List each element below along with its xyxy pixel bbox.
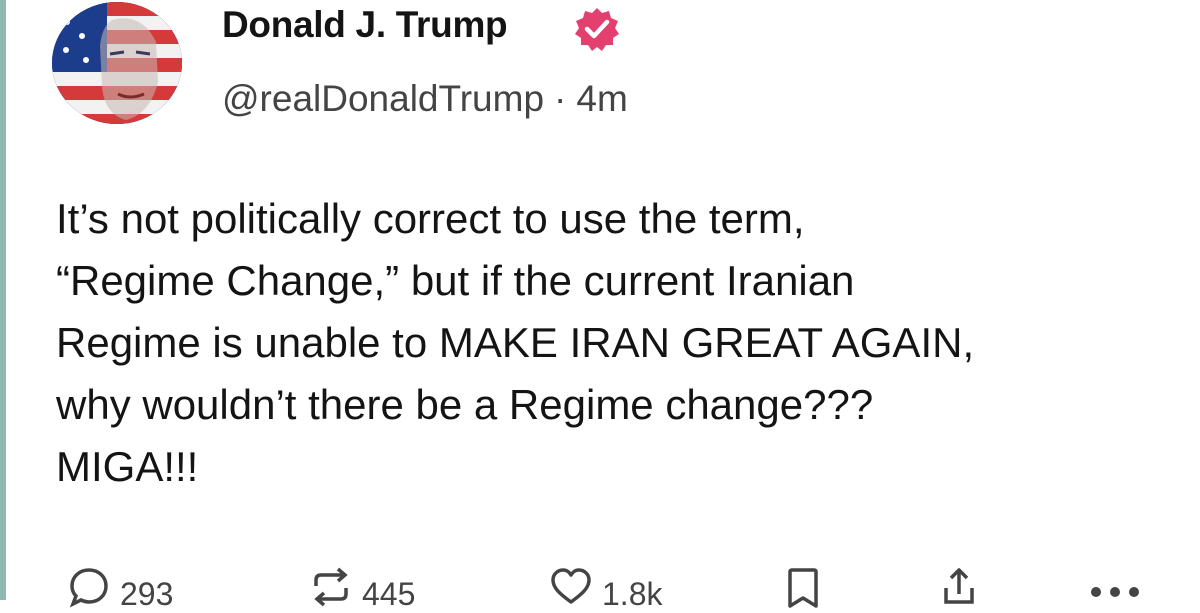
like-button[interactable]: 1.8k (550, 566, 662, 612)
post-body: It’s not politically correct to use the … (56, 188, 1176, 498)
display-name[interactable]: Donald J. Trump (222, 4, 508, 46)
handle[interactable]: @realDonaldTrump (222, 78, 544, 119)
timestamp[interactable]: 4m (576, 78, 627, 119)
post-line: It’s not politically correct to use the … (56, 195, 805, 242)
reply-icon (69, 568, 108, 608)
post-line: why wouldn’t there be a Regime change??? (56, 381, 874, 428)
separator-dot: · (554, 78, 567, 119)
share-icon (944, 568, 974, 604)
left-edge-strip (0, 0, 6, 600)
more-icon (1091, 587, 1139, 597)
verified-badge-icon (572, 6, 622, 52)
meta-row: @realDonaldTrump · 4m (222, 78, 628, 120)
avatar[interactable] (52, 2, 182, 124)
repost-icon (314, 567, 348, 607)
more-button[interactable] (1086, 566, 1146, 606)
post-line: Regime is unable to MAKE IRAN GREAT AGAI… (56, 319, 975, 366)
bookmark-button[interactable] (782, 566, 824, 608)
heart-icon (551, 568, 591, 604)
bookmark-icon (788, 568, 818, 608)
reply-count: 293 (120, 576, 174, 612)
share-button[interactable] (938, 566, 980, 606)
post-line: MIGA!!! (56, 443, 199, 490)
repost-button[interactable]: 445 (310, 566, 415, 612)
like-count: 1.8k (602, 576, 663, 612)
post-line: “Regime Change,” but if the current Iran… (56, 257, 855, 304)
flag-portrait-avatar (52, 2, 182, 124)
reply-button[interactable]: 293 (68, 566, 173, 612)
action-bar: 293 445 1.8k (0, 560, 1200, 612)
repost-count: 445 (362, 576, 416, 612)
